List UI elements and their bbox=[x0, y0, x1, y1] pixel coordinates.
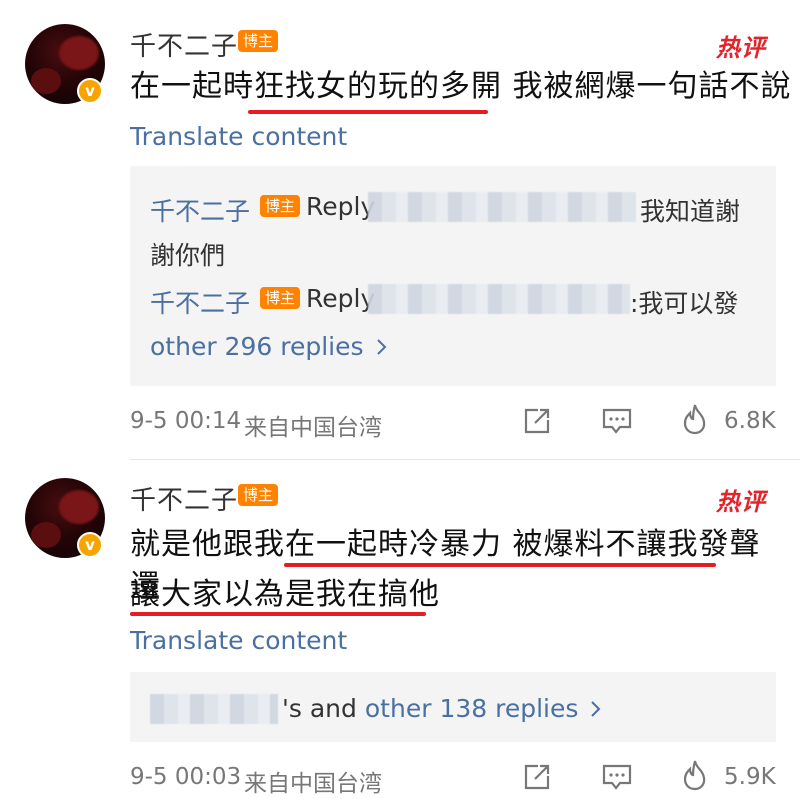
verified-badge-icon: v bbox=[77, 78, 103, 104]
reply-text: 謝你們 bbox=[150, 241, 226, 270]
highlight-underline bbox=[248, 110, 488, 114]
more-replies-label: other 296 replies bbox=[150, 332, 364, 361]
more-replies-label: other 138 replies bbox=[364, 694, 579, 723]
reply-username[interactable]: 千不二子 bbox=[150, 284, 250, 320]
more-replies-link[interactable]: 's and other 138 replies bbox=[282, 694, 602, 723]
divider bbox=[130, 459, 800, 460]
like-count: 6.8K bbox=[724, 408, 776, 434]
hot-comment-label: 热评 bbox=[716, 488, 766, 516]
reply-box: 's and other 138 replies bbox=[130, 672, 776, 742]
hot-comment-label: 热评 bbox=[716, 34, 766, 62]
comment-text: 讓大家以為是我在搞他 bbox=[130, 577, 440, 612]
more-replies-link[interactable]: other 296 replies bbox=[150, 332, 388, 361]
share-icon[interactable] bbox=[522, 406, 552, 436]
blogger-badge: 博主 bbox=[260, 287, 301, 309]
comment-text: 在一起時狂找女的玩的多開 我被網爆一句話不說 bbox=[130, 69, 792, 104]
blurred-content bbox=[368, 192, 636, 222]
translate-link[interactable]: Translate content bbox=[130, 122, 347, 151]
reply-username[interactable]: 千不二子 bbox=[150, 192, 250, 228]
blogger-badge: 博主 bbox=[238, 484, 279, 506]
blogger-badge: 博主 bbox=[260, 195, 301, 217]
highlight-underline bbox=[130, 612, 426, 616]
reply-box: 千不二子 博主 Reply 我知道謝 謝你們 千不二子 博主 Reply :我可… bbox=[130, 166, 776, 386]
reply-prefix: Reply bbox=[306, 192, 376, 221]
reply-suffix: 's and bbox=[282, 694, 357, 723]
like-flame-icon[interactable] bbox=[681, 403, 709, 435]
reply-prefix: Reply bbox=[306, 284, 376, 313]
chevron-right-icon bbox=[590, 699, 602, 719]
reply-text: 我知道謝 bbox=[640, 197, 741, 226]
timestamp: 9-5 00:03 bbox=[130, 764, 242, 790]
blurred-content bbox=[368, 284, 630, 314]
username[interactable]: 千不二子 bbox=[130, 26, 238, 63]
username[interactable]: 千不二子 bbox=[130, 480, 238, 517]
comment-icon[interactable] bbox=[601, 762, 633, 792]
comment-icon[interactable] bbox=[601, 406, 633, 436]
chevron-right-icon bbox=[376, 337, 388, 357]
share-icon[interactable] bbox=[522, 762, 552, 792]
blogger-badge: 博主 bbox=[238, 30, 279, 52]
translate-link[interactable]: Translate content bbox=[130, 626, 347, 655]
highlight-underline bbox=[284, 563, 716, 567]
verified-badge-icon: v bbox=[77, 532, 103, 558]
source-location: 来自中国台湾 bbox=[244, 771, 382, 797]
like-count: 5.9K bbox=[724, 764, 776, 790]
source-location: 来自中国台湾 bbox=[244, 415, 382, 441]
timestamp: 9-5 00:14 bbox=[130, 408, 242, 434]
like-flame-icon[interactable] bbox=[681, 759, 709, 791]
blurred-content bbox=[150, 694, 278, 724]
reply-text: :我可以發 bbox=[630, 289, 739, 318]
